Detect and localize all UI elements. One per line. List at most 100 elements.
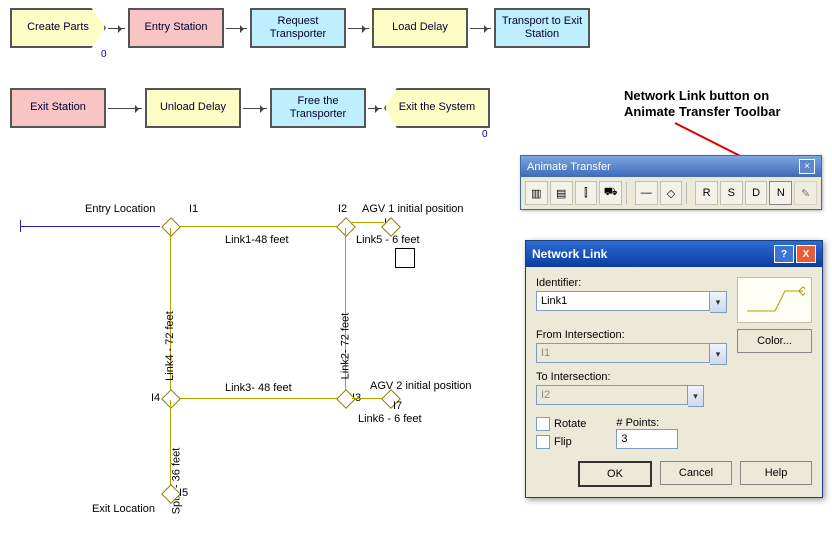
create-parts-block[interactable]: Create Parts [10, 8, 106, 48]
from-field: From Intersection: ▾ [536, 329, 727, 365]
block-label: Create Parts [27, 21, 89, 34]
h-line-icon[interactable]: — [635, 181, 658, 205]
i1-label: I1 [189, 203, 198, 215]
block-label: Exit the System [399, 101, 475, 114]
link-preview [737, 277, 812, 323]
i5-label: I5 [179, 487, 188, 499]
diamond-icon[interactable]: ◇ [660, 181, 683, 205]
link3-path [170, 398, 345, 399]
agv1-label: AGV 1 initial position [362, 203, 464, 215]
color-button[interactable]: Color... [737, 329, 812, 353]
route-d-icon[interactable]: D [745, 181, 768, 205]
identifier-input[interactable] [536, 291, 710, 311]
block-label: Load Delay [392, 21, 448, 34]
link1-label: Link1-48 feet [225, 234, 289, 246]
entry-tick [20, 220, 21, 232]
draw-icon[interactable]: ✎ [794, 181, 817, 205]
help-button[interactable]: Help [740, 461, 812, 485]
bars-icon[interactable]: ▤ [550, 181, 573, 205]
identifier-label: Identifier: [536, 277, 727, 289]
connector [108, 108, 142, 109]
to-input[interactable] [536, 385, 688, 405]
link2-label: Link2- 72 feet [339, 313, 351, 380]
connector [108, 28, 125, 29]
chart-icon[interactable]: ▥ [525, 181, 548, 205]
chevron-down-icon[interactable]: ▾ [688, 385, 704, 407]
rotate-label: Rotate [554, 418, 586, 430]
chevron-down-icon[interactable]: ▾ [710, 291, 727, 313]
block-label: Request Transporter [254, 15, 342, 41]
unload-delay-block[interactable]: Unload Delay [145, 88, 241, 128]
block-label: Exit Station [30, 101, 86, 114]
close-icon[interactable]: × [799, 159, 815, 174]
node-i4[interactable] [161, 389, 181, 409]
chevron-down-icon[interactable]: ▾ [710, 343, 727, 365]
i4-label: I4 [151, 392, 160, 404]
transport-exit-block[interactable]: Transport to Exit Station [494, 8, 590, 48]
link5-path [352, 222, 384, 223]
i7-label: I7 [393, 400, 402, 412]
entry-station-block[interactable]: Entry Station [128, 8, 224, 48]
separator [626, 182, 631, 204]
from-input[interactable] [536, 343, 710, 363]
to-field: To Intersection: ▾ [536, 371, 812, 407]
block-label: Entry Station [145, 21, 208, 34]
exit-station-block[interactable]: Exit Station [10, 88, 106, 128]
connector [470, 28, 491, 29]
ok-button[interactable]: OK [578, 461, 652, 487]
annotation-line1: Network Link button on [624, 88, 769, 103]
request-transporter-block[interactable]: Request Transporter [250, 8, 346, 48]
to-label: To Intersection: [536, 371, 812, 383]
dialog-title: Network Link [532, 247, 607, 261]
dialog-footer: OK Cancel Help [536, 461, 812, 487]
separator [686, 182, 691, 204]
flip-checkbox[interactable]: Flip [536, 435, 586, 449]
count-zero: 0 [101, 49, 107, 60]
count-zero: 0 [482, 129, 488, 140]
connector [348, 28, 369, 29]
dialog-title-bar[interactable]: Network Link ? X [526, 241, 822, 267]
link6-label: Link6 - 6 feet [358, 413, 422, 425]
options-row: Rotate Flip # Points: [536, 417, 812, 449]
node-i1[interactable] [161, 217, 181, 237]
exit-location-label: Exit Location [92, 503, 155, 515]
spur-label: Spur - 36 feet [170, 448, 182, 515]
link6-path [352, 398, 384, 399]
truck-icon[interactable]: ⛟ [599, 181, 622, 205]
toolbar-body: ▥ ▤ ⫿ ⛟ — ◇ R S D N ✎ [521, 177, 821, 209]
route-s-icon[interactable]: S [720, 181, 743, 205]
from-label: From Intersection: [536, 329, 727, 341]
block-label: Transport to Exit Station [498, 15, 586, 41]
link5-label: Link5 - 6 feet [356, 234, 420, 246]
route-r-icon[interactable]: R [695, 181, 718, 205]
load-delay-block[interactable]: Load Delay [372, 8, 468, 48]
entry-line [20, 226, 160, 227]
flip-label: Flip [554, 436, 572, 448]
points-field: # Points: [616, 417, 678, 449]
agv2-label: AGV 2 initial position [370, 380, 472, 392]
node-i2[interactable] [336, 217, 356, 237]
agv1-marker [395, 248, 415, 268]
toolbar-title-bar[interactable]: Animate Transfer × [521, 156, 821, 177]
dialog-body: Identifier: ▾ From Intersection: ▾ Color… [526, 267, 822, 497]
points-input[interactable] [616, 429, 678, 449]
cancel-button[interactable]: Cancel [660, 461, 732, 485]
network-link-icon[interactable]: N [769, 181, 792, 205]
rotate-checkbox[interactable]: Rotate [536, 417, 586, 431]
block-label: Free the Transporter [274, 95, 362, 121]
animate-transfer-toolbar[interactable]: Animate Transfer × ▥ ▤ ⫿ ⛟ — ◇ R S D N ✎ [520, 155, 822, 210]
toolbar-title: Animate Transfer [527, 161, 611, 173]
columns-icon[interactable]: ⫿ [575, 181, 598, 205]
block-label: Unload Delay [160, 101, 226, 114]
link3-label: Link3- 48 feet [225, 382, 292, 394]
connector [226, 28, 247, 29]
network-link-dialog[interactable]: Network Link ? X Identifier: ▾ From Inte… [525, 240, 823, 498]
free-transporter-block[interactable]: Free the Transporter [270, 88, 366, 128]
close-icon[interactable]: X [796, 245, 816, 263]
link4-label: Link4 - 72 feet [164, 311, 176, 381]
i2-label: I2 [338, 203, 347, 215]
entry-location-label: Entry Location [85, 203, 155, 215]
connector [368, 108, 382, 109]
exit-system-block[interactable]: Exit the System [384, 88, 490, 128]
help-icon[interactable]: ? [774, 245, 794, 263]
